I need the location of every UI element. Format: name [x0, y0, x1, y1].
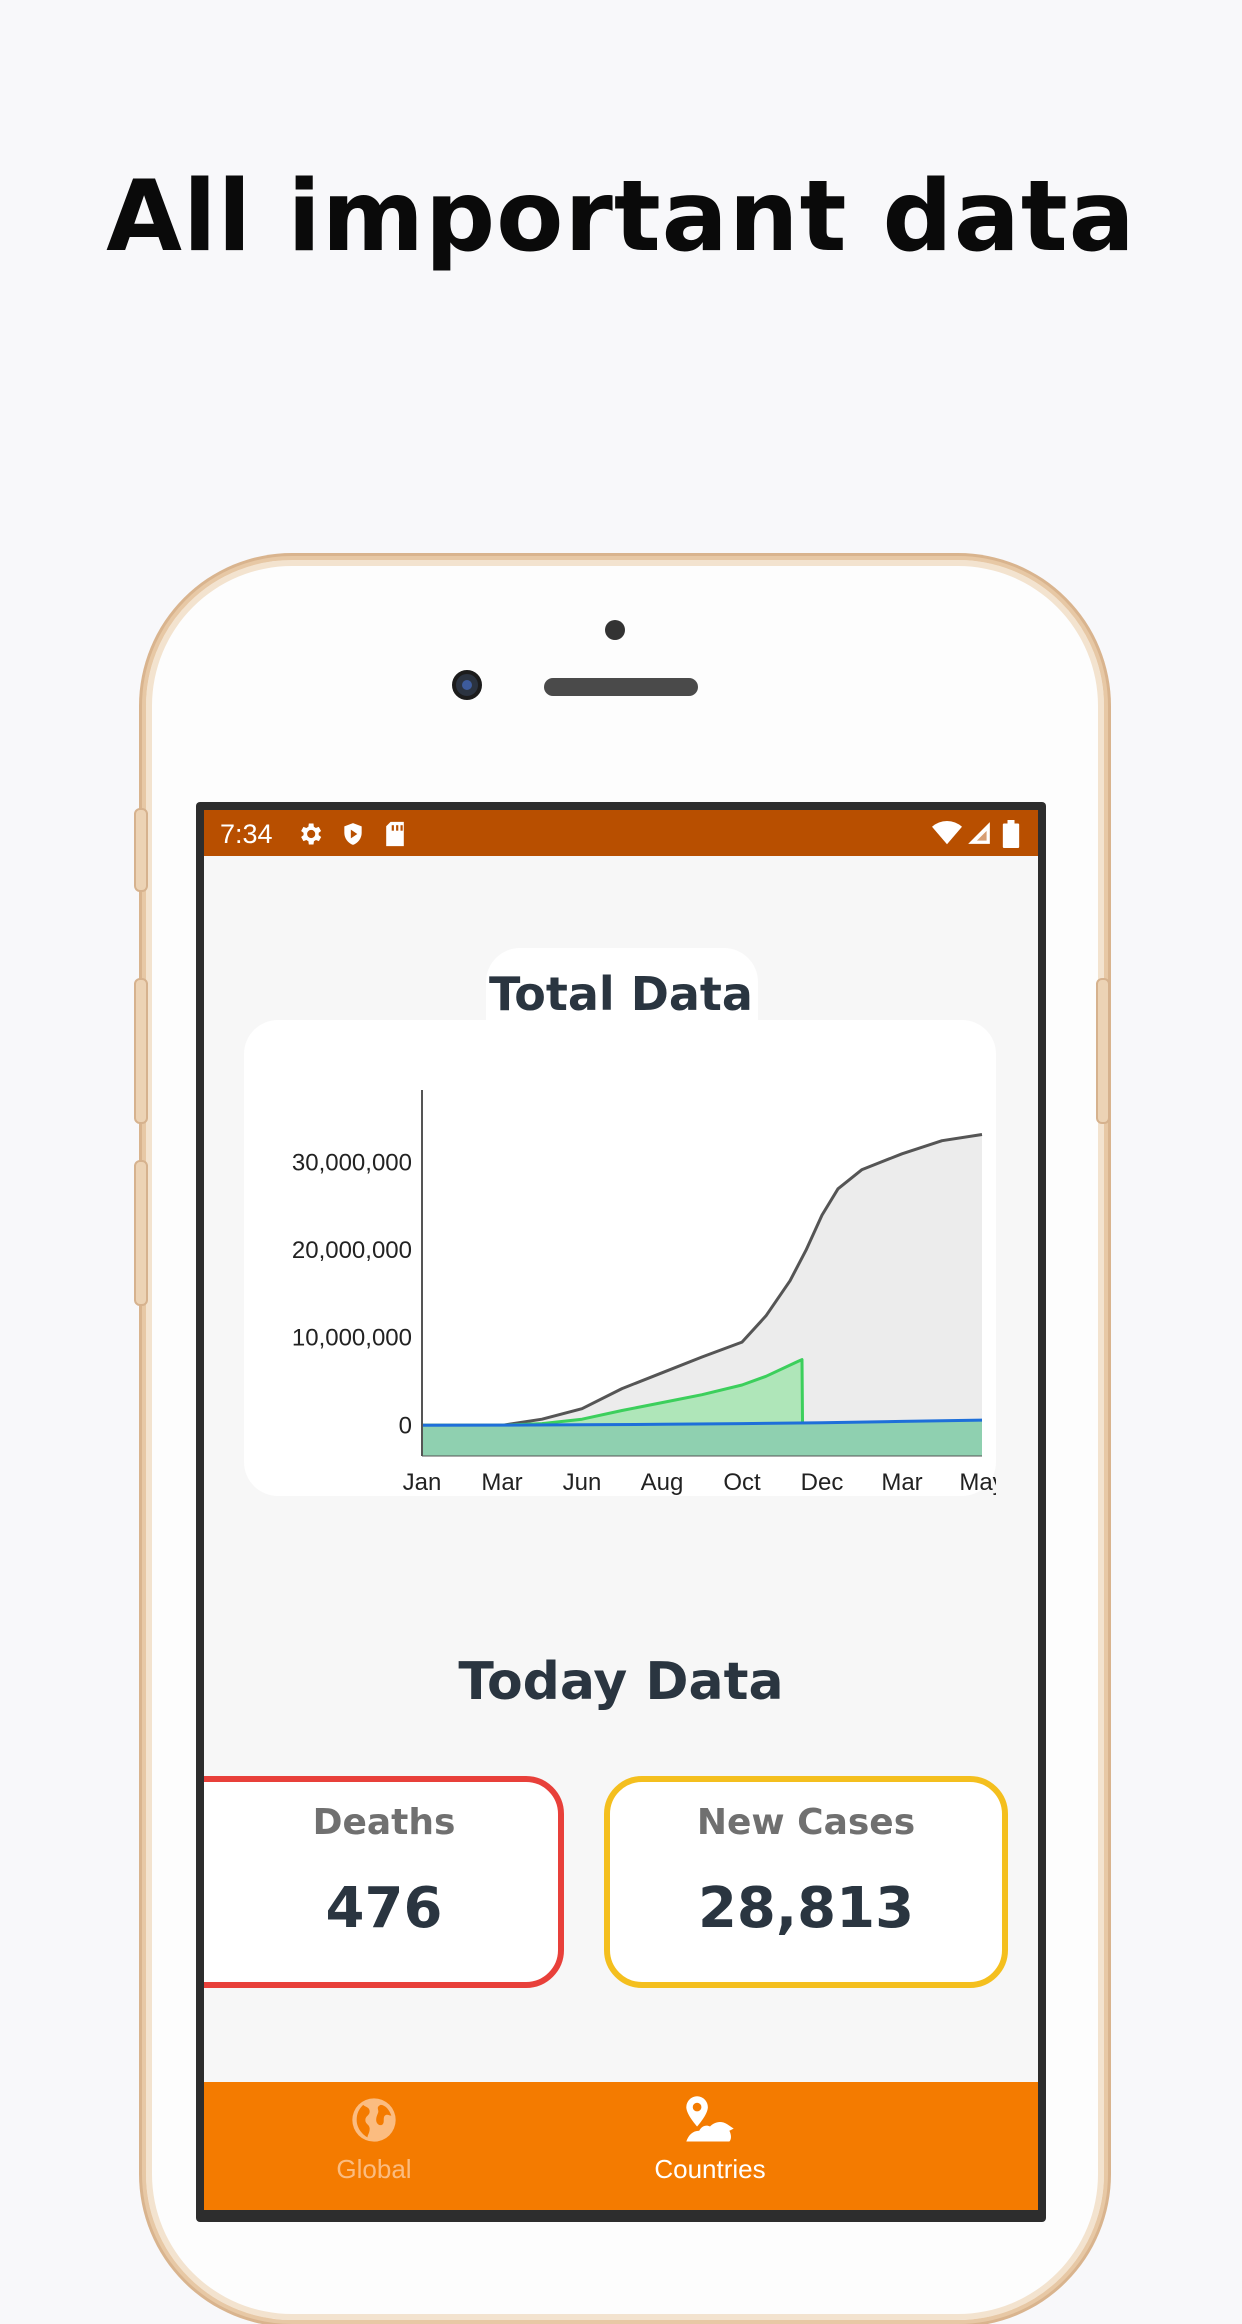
x-tick-label: Mar [881, 1469, 922, 1496]
x-tick-label: Oct [723, 1469, 761, 1496]
status-time: 7:34 [220, 819, 273, 849]
total-data-title: Total Data [489, 967, 753, 1021]
x-tick-label: Jun [563, 1469, 602, 1496]
globe-icon [352, 2098, 396, 2142]
nav-label-global: Global [336, 2154, 412, 2184]
deaths-value: 476 [325, 1876, 443, 1941]
wifi-icon [932, 821, 962, 845]
bottom-navigation: Global Countries [204, 2082, 1038, 2210]
front-camera [452, 670, 482, 700]
today-data-title: Today Data [458, 1652, 784, 1712]
new-cases-label: New Cases [696, 1802, 916, 1843]
y-tick-label: 30,000,000 [292, 1150, 412, 1177]
x-tick-label: Jan [403, 1469, 442, 1496]
deaths-label: Deaths [312, 1802, 456, 1843]
x-tick-label: Aug [641, 1469, 684, 1496]
shield-icon [344, 823, 362, 845]
nav-item-global[interactable]: Global [254, 2094, 494, 2185]
x-tick-label: Dec [801, 1469, 844, 1496]
battery-icon [1002, 820, 1020, 848]
app-screen: 7:34 0 10,000,000 20,000,000 30,000,000 Jan M… [204, 810, 1038, 2210]
y-tick-label: 10,000,000 [292, 1325, 412, 1352]
deaths-card[interactable]: Deaths 476 [204, 1776, 564, 1988]
x-tick-label: May [959, 1469, 996, 1496]
new-cases-value: 28,813 [697, 1876, 915, 1941]
nav-label-countries: Countries [654, 2154, 766, 2184]
total-data-chart-card: 0 10,000,000 20,000,000 30,000,000 Jan Mar Jun… [244, 1020, 996, 1496]
status-bar: 7:34 [204, 810, 1038, 856]
total-data-chart: 0 10,000,000 20,000,000 30,000,000 Jan Mar Jun… [292, 1090, 996, 1496]
new-cases-card[interactable]: New Cases 28,813 [604, 1776, 1008, 1988]
sd-card-icon [386, 821, 404, 847]
y-tick-label: 0 [399, 1412, 412, 1439]
phone-volume-down-button [134, 1160, 148, 1306]
phone-volume-up-button [134, 978, 148, 1124]
signal-icon [968, 822, 990, 844]
phone-power-button [1096, 978, 1110, 1124]
x-tick-label: Mar [481, 1469, 522, 1496]
headline: All important data [106, 160, 1136, 274]
y-tick-label: 20,000,000 [292, 1237, 412, 1264]
map-pin-icon [686, 2096, 734, 2142]
earpiece-speaker [544, 678, 698, 696]
gear-icon [301, 823, 322, 845]
phone-side-button [134, 808, 148, 892]
proximity-sensor [605, 620, 625, 640]
nav-item-countries[interactable]: Countries [590, 2094, 830, 2185]
